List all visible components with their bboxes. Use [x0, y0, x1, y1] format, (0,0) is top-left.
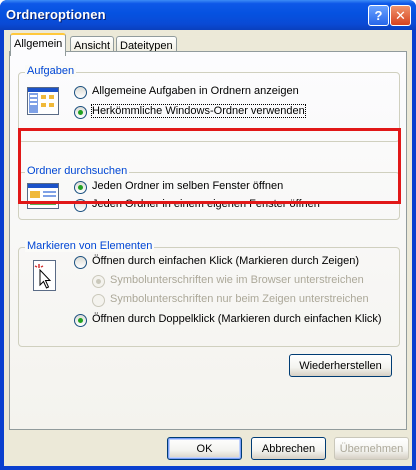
group-aufgaben-legend: Aufgaben	[25, 65, 77, 77]
window-title: Ordneroptionen	[6, 7, 106, 22]
folder-options-window: Ordneroptionen ? ✕ Allgemein Ansicht Dat…	[0, 0, 416, 470]
tab-panel-allgemein: Aufgaben Allgemeine Aufgaben in Ordnern …	[9, 51, 407, 430]
pointer-click-icon	[33, 260, 59, 295]
close-icon: ✕	[395, 7, 406, 23]
help-icon: ?	[374, 8, 383, 23]
tab-allgemein[interactable]: Allgemein	[10, 33, 67, 56]
group-markieren-legend: Markieren von Elementen	[25, 240, 155, 252]
label-unterstreichen-zeigen[interactable]: Symbolunterschriften nur beim Zeigen unt…	[110, 293, 369, 305]
radio-unterstreichen-zeigen[interactable]	[92, 294, 105, 307]
help-button[interactable]: ?	[368, 5, 389, 26]
label-allgemeine-aufgaben[interactable]: Allgemeine Aufgaben in Ordnern anzeigen	[92, 85, 299, 97]
dialog-client: Allgemein Ansicht Dateitypen Aufgaben Al…	[4, 30, 412, 466]
task-pane-icon	[27, 87, 59, 118]
label-doppelklick[interactable]: Öffnen durch Doppelklick (Markieren durc…	[92, 313, 382, 325]
ok-button[interactable]: OK	[167, 437, 242, 460]
radio-unterstreichen-browser[interactable]	[92, 275, 105, 288]
radio-herkoemmliche-ordner[interactable]	[74, 106, 87, 119]
radio-einfacher-klick[interactable]	[74, 256, 87, 269]
apply-button[interactable]: Übernehmen	[334, 437, 409, 460]
label-unterstreichen-browser[interactable]: Symbolunterschriften wie im Browser unte…	[110, 274, 364, 286]
tab-allgemein-label: Allgemein	[14, 38, 63, 50]
label-herkoemmliche-ordner[interactable]: Herkömmliche Windows-Ordner verwenden	[91, 104, 306, 118]
radio-doppelklick[interactable]	[74, 314, 87, 327]
group-markieren: Markieren von Elementen Öffnen durch ein…	[18, 240, 400, 347]
label-einfacher-klick[interactable]: Öffnen durch einfachen Klick (Markieren …	[92, 255, 359, 267]
restore-defaults-button[interactable]: Wiederherstellen	[289, 354, 392, 377]
title-bar[interactable]: Ordneroptionen ? ✕	[0, 0, 416, 30]
highlight-box	[18, 128, 401, 204]
close-button[interactable]: ✕	[390, 5, 411, 26]
radio-allgemeine-aufgaben[interactable]	[74, 86, 87, 99]
cancel-button[interactable]: Abbrechen	[251, 437, 326, 460]
